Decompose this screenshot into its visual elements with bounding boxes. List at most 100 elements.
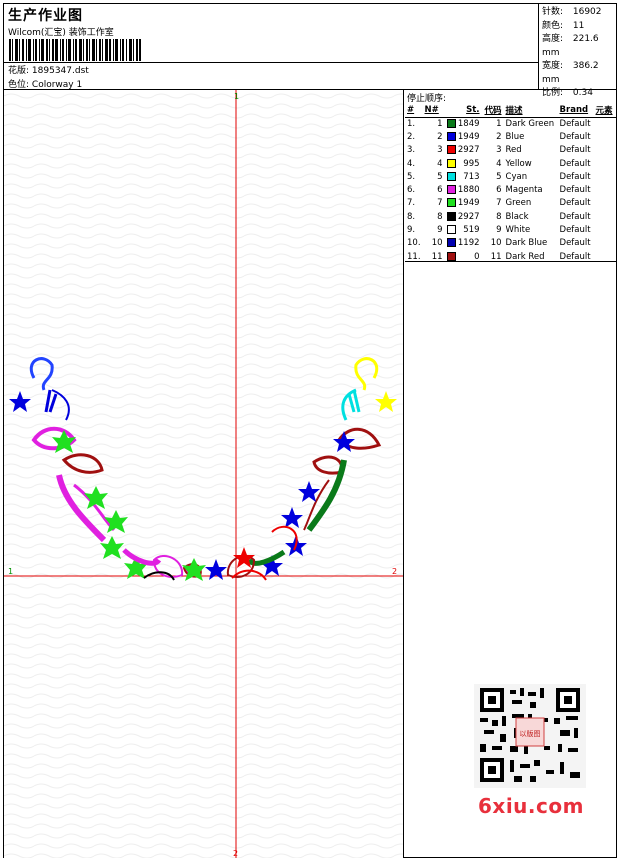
color-swatch — [446, 198, 456, 208]
stat-colors: 颜色: 11 — [542, 20, 585, 31]
col-code: 代码 — [481, 103, 504, 118]
stop-needle: 7 — [437, 198, 443, 209]
stitch-count: 519 — [463, 225, 480, 236]
colorway-line: 色位: Colorway 1 — [8, 77, 82, 90]
stop-code: 11 — [490, 251, 502, 262]
stop-index: 6. — [407, 185, 416, 196]
axis-label-bottom: 2 — [233, 849, 238, 858]
col-needle: N# — [422, 103, 445, 118]
stop-sequence-table: # N# St. 代码 描述 Brand 元素 1. 1 1849 1 Dark Gre… — [405, 103, 616, 263]
stop-element — [594, 210, 616, 223]
stop-code: 3 — [496, 145, 502, 156]
stop-description: Black — [505, 211, 529, 222]
stop-stitches: 2927 — [445, 144, 482, 157]
table-row: 9. 9 519 9 White Default — [405, 223, 616, 236]
stop-stitches: 0 — [445, 250, 482, 263]
stop-stitches: 713 — [445, 170, 482, 183]
stop-stitches: 1949 — [445, 197, 482, 210]
colorway-value: Colorway 1 — [31, 80, 83, 90]
col-description: 描述 — [503, 103, 558, 118]
stop-stitches: 2927 — [445, 210, 482, 223]
col-brand: Brand — [557, 103, 594, 118]
stop-sequence-panel: 停止顺序: # N# St. 代码 描述 Brand 元素 1. 1 1849 1 Da… — [405, 90, 616, 262]
stop-needle: 6 — [437, 185, 443, 196]
design-label: 花版: — [8, 66, 30, 76]
stop-brand: Default — [559, 158, 591, 169]
stop-element — [594, 157, 616, 170]
design-file-line: 花版: 1895347.dst — [8, 63, 89, 76]
stat-stitches: 针数: 16902 — [542, 7, 602, 17]
stop-element — [594, 250, 616, 263]
stop-code: 2 — [496, 131, 502, 142]
stop-needle: 9 — [437, 225, 443, 236]
design-stats: 针数: 16902 颜色: 11 高度: 221.6 mm 宽度: 386.2 … — [542, 6, 616, 101]
stop-description: Yellow — [505, 158, 532, 169]
color-swatch — [446, 225, 456, 235]
col-stitches: St. — [444, 103, 482, 118]
stitch-count: 1849 — [457, 118, 480, 129]
stop-brand: Default — [559, 185, 591, 196]
stop-code: 9 — [496, 225, 502, 236]
axis-label-left: 1 — [8, 567, 13, 576]
stop-stitches: 1949 — [445, 130, 482, 143]
stitch-count: 2927 — [457, 145, 480, 156]
table-row: 6. 6 1880 6 Magenta Default — [405, 183, 616, 196]
embroidery-artwork: 1 1 2 2 — [4, 90, 403, 858]
stop-needle: 1 — [437, 118, 443, 129]
axis-label-top: 1 — [234, 92, 239, 101]
stitch-count: 1949 — [457, 198, 480, 209]
stop-index: 1. — [407, 118, 416, 129]
stop-element — [594, 237, 616, 250]
stitch-count: 713 — [463, 171, 480, 182]
stop-needle: 10 — [431, 238, 443, 249]
design-value: 1895347.dst — [31, 66, 89, 76]
color-swatch — [446, 171, 456, 181]
col-index: # — [405, 103, 423, 118]
stop-brand: Default — [559, 131, 591, 142]
table-row: 11. 11 0 11 Dark Red Default — [405, 250, 616, 263]
table-row: 1. 1 1849 1 Dark Green Default — [405, 117, 616, 130]
col-element: 元素 — [593, 103, 616, 118]
stop-brand: Default — [559, 145, 591, 156]
stop-element — [594, 130, 616, 143]
stop-description: Red — [505, 145, 522, 156]
table-row: 7. 7 1949 7 Green Default — [405, 197, 616, 210]
stop-brand: Default — [559, 118, 591, 129]
stop-stitches: 995 — [445, 157, 482, 170]
stop-code: 6 — [496, 185, 502, 196]
stop-description: Cyan — [505, 171, 528, 182]
stop-description: Magenta — [505, 185, 543, 196]
page-title: 生产作业图 — [8, 8, 83, 24]
stop-index: 8. — [407, 211, 416, 222]
watermark-text: 6xiu.com — [478, 794, 584, 818]
table-header-row: # N# St. 代码 描述 Brand 元素 — [405, 103, 616, 118]
colorway-label: 色位: — [8, 80, 30, 90]
stop-description: Dark Blue — [505, 238, 548, 249]
stop-needle: 8 — [437, 211, 443, 222]
stop-element — [594, 223, 616, 236]
stop-needle: 11 — [431, 251, 443, 262]
stop-brand: Default — [559, 238, 591, 249]
barcode-icon — [9, 39, 141, 61]
stop-index: 7. — [407, 198, 416, 209]
stop-stitches: 1192 — [445, 237, 482, 250]
stitch-count: 0 — [474, 251, 480, 262]
stop-index: 2. — [407, 131, 416, 142]
company-name: Wilcom(汇宝) 装饰工作室 — [8, 28, 114, 38]
table-row: 2. 2 1949 2 Blue Default — [405, 130, 616, 143]
stitch-count: 995 — [463, 158, 480, 169]
stop-index: 5. — [407, 171, 416, 182]
stop-needle: 2 — [437, 131, 443, 142]
stop-index: 3. — [407, 145, 416, 156]
stitch-count: 1192 — [457, 238, 480, 249]
stop-description: White — [505, 225, 531, 236]
header-info: 生产作业图 Wilcom(汇宝) 装饰工作室 花版: 1895347.dst 色… — [4, 4, 539, 90]
color-swatch — [446, 118, 456, 128]
stop-code: 8 — [496, 211, 502, 222]
table-row: 3. 3 2927 3 Red Default — [405, 144, 616, 157]
stat-height: 高度: 221.6 mm — [542, 34, 599, 58]
stop-code: 4 — [496, 158, 502, 169]
color-swatch — [446, 131, 456, 141]
color-swatch — [446, 238, 456, 248]
stop-brand: Default — [559, 171, 591, 182]
